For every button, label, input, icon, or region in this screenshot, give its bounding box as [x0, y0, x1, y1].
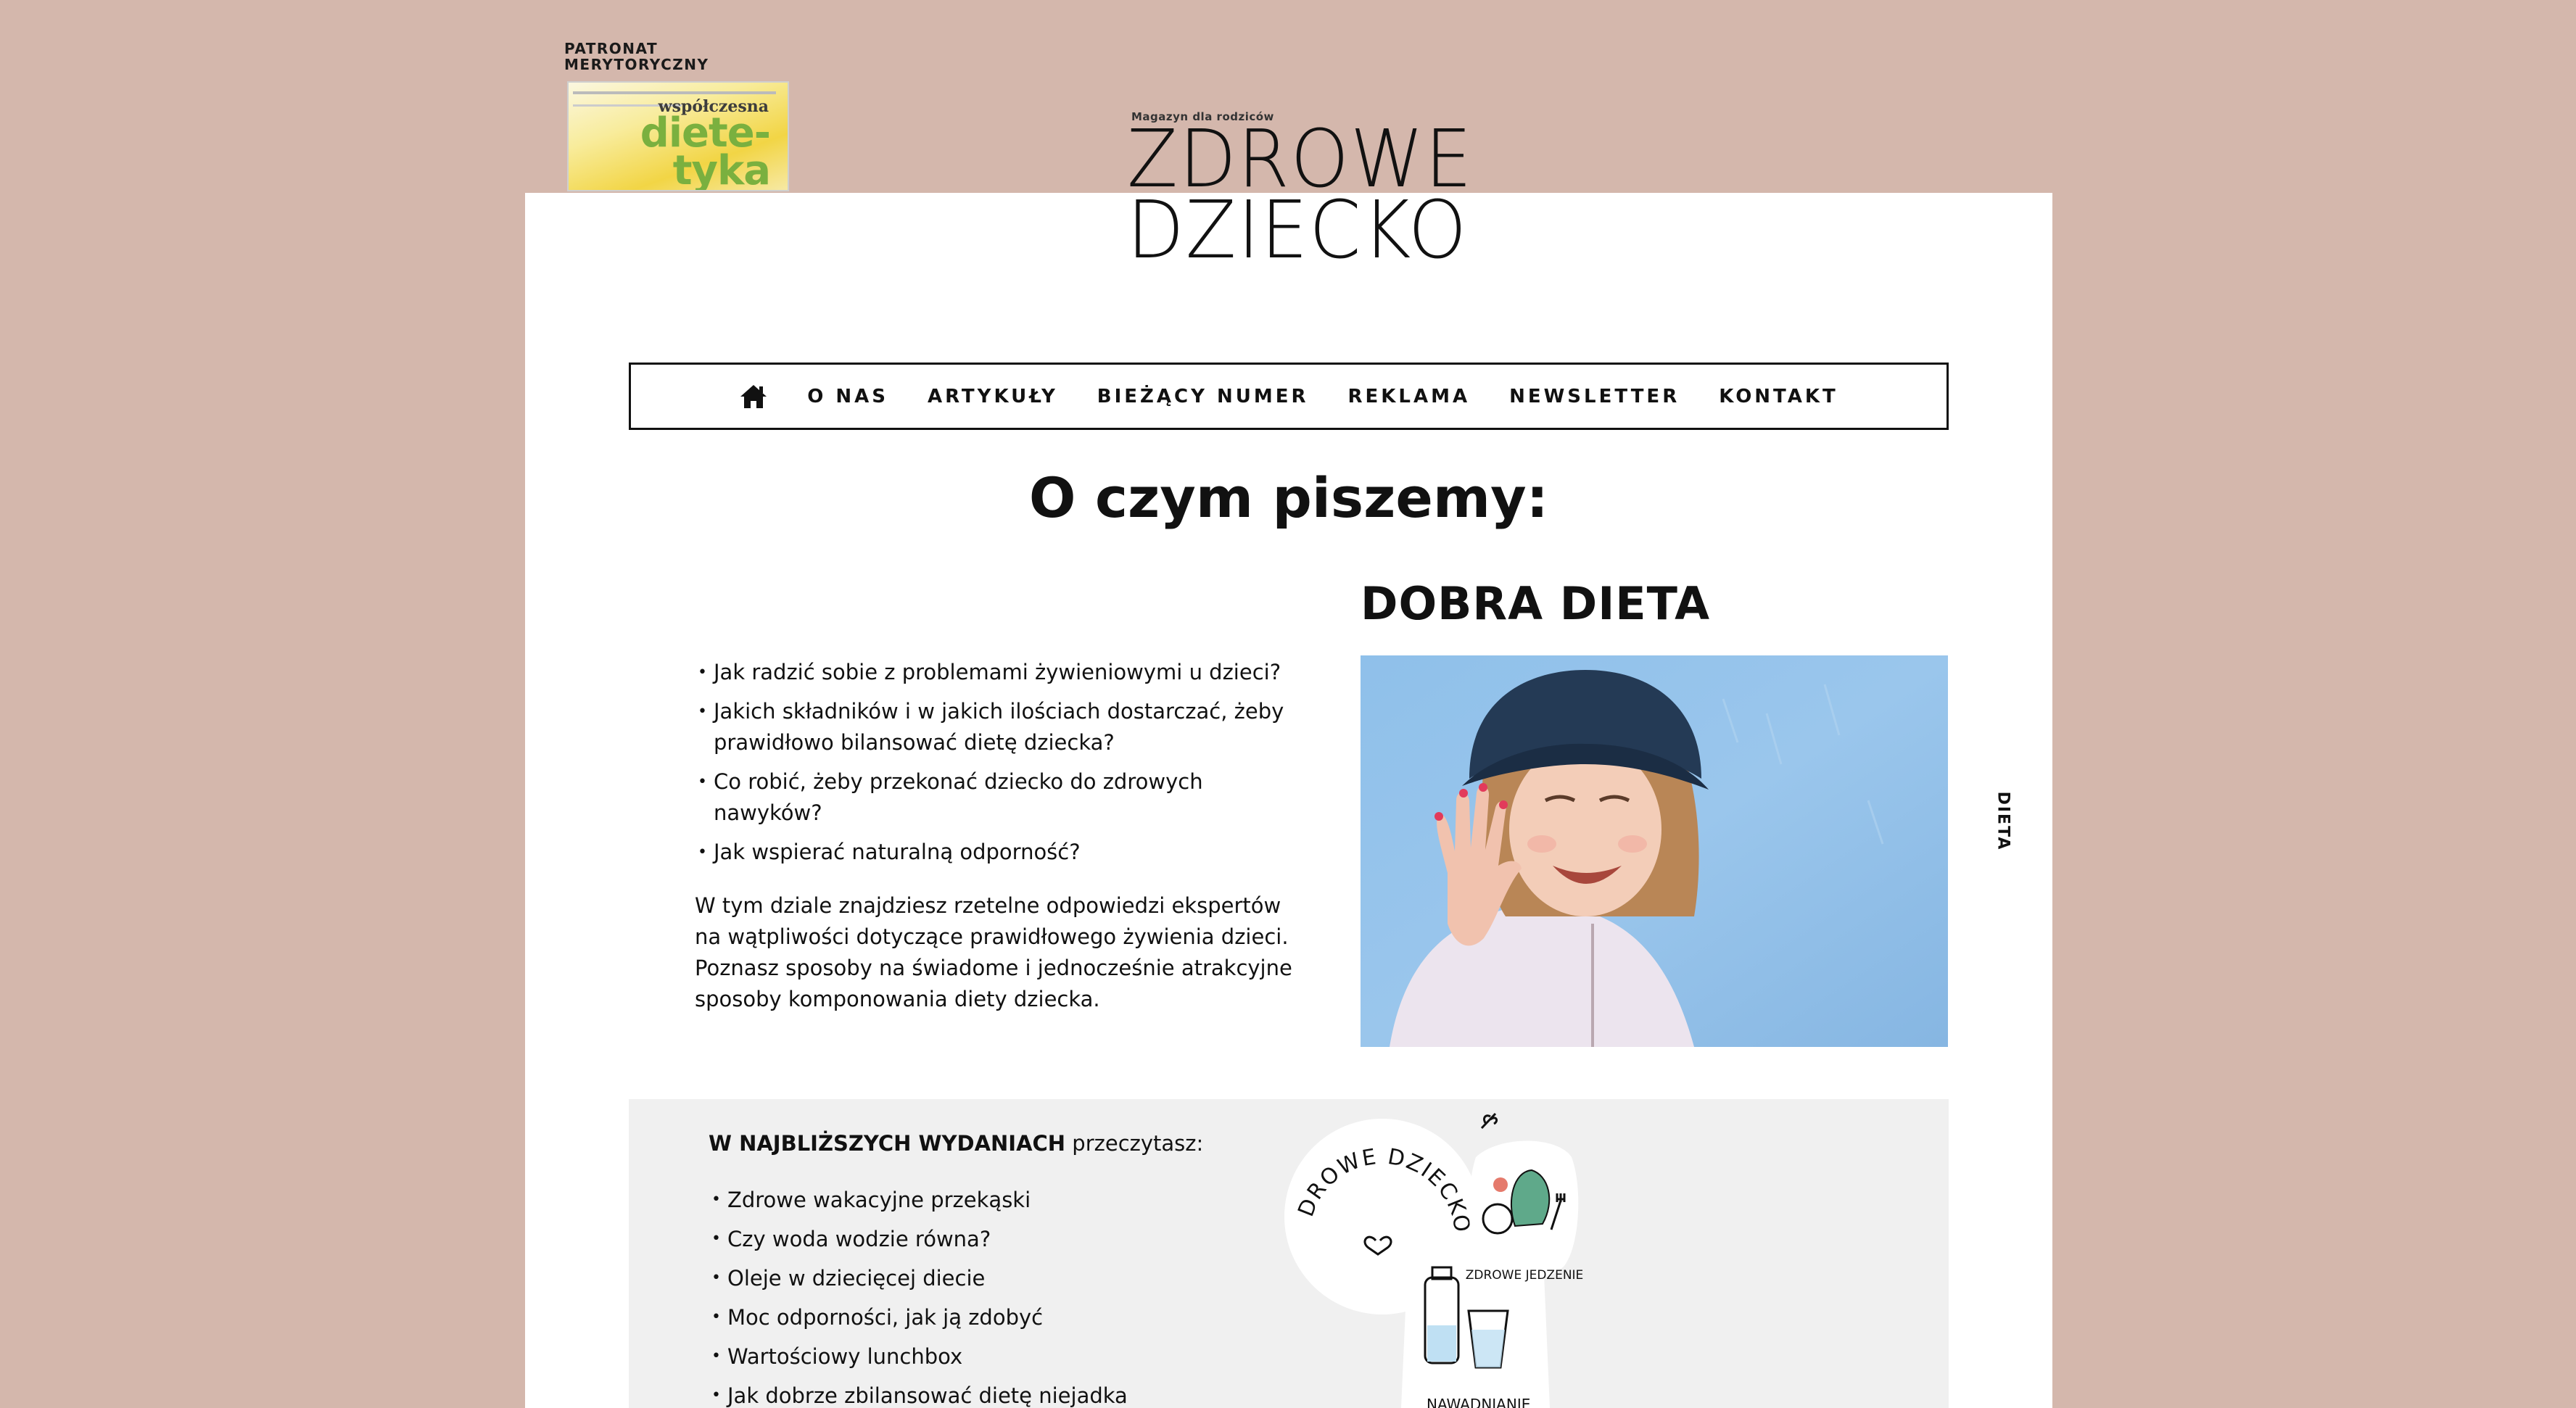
home-icon[interactable]	[739, 382, 768, 411]
nav-item-reklama[interactable]: REKLAMA	[1347, 386, 1470, 407]
nav-item-kontakt[interactable]: KONTAKT	[1719, 386, 1838, 407]
patronat-label-line2: MERYTORYCZNY	[564, 56, 709, 73]
list-item: Jak dobrze zbilansować dietę niejadka	[709, 1376, 1128, 1408]
list-item: Wartościowy lunchbox	[709, 1337, 1128, 1376]
site-logo[interactable]: Magazyn dla rodziców ZDROWE DZIECKO	[1127, 110, 1472, 276]
nav-item-biezacy-numer[interactable]: BIEŻĄCY NUMER	[1097, 386, 1309, 407]
list-item: Jak wspierać naturalną odporność?	[695, 837, 1297, 868]
nav-item-artykuly[interactable]: ARTYKUŁY	[928, 386, 1058, 407]
upcoming-issues-panel: W NAJBLIŻSZYCH WYDANIACH przeczytasz: Zd…	[629, 1099, 1949, 1408]
page-title: O czym piszemy:	[1028, 465, 1549, 530]
list-item: Moc odporności, jak ją zdobyć	[709, 1298, 1128, 1337]
child-photo	[1361, 655, 1948, 1047]
questions-list: Jak radzić sobie z problemami żywieniowy…	[695, 657, 1297, 876]
list-item: Jakich składników i w jakich ilościach d…	[695, 696, 1297, 758]
cover-header-strip	[573, 91, 776, 94]
list-item: Jak radzić sobie z problemami żywieniowy…	[695, 657, 1297, 688]
food-badge-label: ZDROWE JEDZENIE	[1466, 1268, 1584, 1283]
nav-item-o-nas[interactable]: O NAS	[807, 386, 888, 407]
leaf-icon	[1480, 1112, 1498, 1130]
side-category-label[interactable]: DIETA	[1989, 791, 2018, 850]
nav-item-newsletter[interactable]: NEWSLETTER	[1509, 386, 1680, 407]
section-description: W tym dziale znajdziesz rzetelne odpowie…	[695, 893, 1292, 1011]
logo-line2: DZIECKO	[1127, 183, 1469, 276]
upcoming-list: Zdrowe wakacyjne przekąski Czy woda wodz…	[709, 1180, 1128, 1408]
list-item: Czy woda wodzie równa?	[709, 1219, 1128, 1259]
water-badge-label: NAWADNIANIE	[1427, 1396, 1530, 1408]
section-title: DOBRA DIETA	[1361, 577, 1711, 630]
upcoming-title: W NAJBLIŻSZYCH WYDANIACH przeczytasz:	[709, 1131, 1203, 1156]
upcoming-title-rest: przeczytasz:	[1065, 1131, 1204, 1156]
list-item: Co robić, żeby przekonać dziecko do zdro…	[695, 766, 1297, 829]
patronat-block: PATRONAT MERYTORYCZNY współczesna diete-…	[564, 40, 789, 191]
upcoming-illustration: ZDROWE DZIECKO NAWADNIANIE ZDROWE JEDZEN…	[1281, 1099, 1584, 1408]
side-category-text: DIETA	[1994, 791, 2012, 850]
list-item: Oleje w dziecięcej diecie	[709, 1259, 1128, 1298]
cover-title: diete- tyka	[640, 113, 771, 191]
patronat-label-line1: PATRONAT	[564, 40, 659, 57]
magazine-cover-image[interactable]: współczesna diete- tyka	[567, 81, 789, 191]
cover-title-line2: tyka	[672, 147, 771, 191]
list-item: Zdrowe wakacyjne przekąski	[709, 1180, 1128, 1219]
upcoming-title-bold: W NAJBLIŻSZYCH WYDANIACH	[709, 1131, 1066, 1156]
main-navigation: O NAS ARTYKUŁY BIEŻĄCY NUMER REKLAMA NEW…	[629, 363, 1949, 430]
